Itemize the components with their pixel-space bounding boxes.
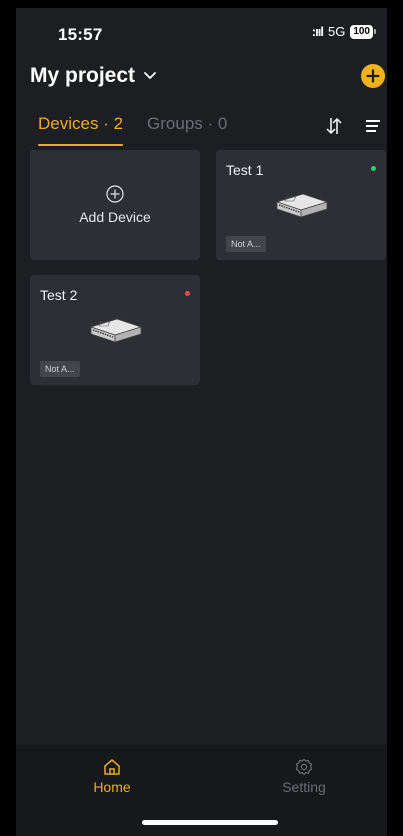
network-switch-icon [275,193,329,218]
status-badge: Not A... [226,236,266,252]
status-dot [371,166,376,171]
plus-circle-icon [106,185,124,203]
project-selector[interactable]: My project [30,64,157,88]
list-tools [325,116,381,136]
project-title: My project [30,64,136,87]
add-device-card[interactable]: Add Device [30,150,200,260]
nav-setting-label: Setting [282,779,326,795]
network-switch-icon [89,318,143,343]
tab-devices[interactable]: Devices · 2 [38,114,124,146]
network-type: 5G [327,24,346,39]
nav-home[interactable]: Home [72,757,152,795]
add-button[interactable] [361,64,385,88]
device-name: Test 1 [226,162,264,178]
chevron-down-icon [144,72,156,79]
status-badge: Not A... [40,361,80,377]
status-bar-right: :ııl 5G 100 [311,24,376,39]
nav-home-label: Home [93,779,131,795]
sort-arrows-icon[interactable] [325,116,343,136]
tab-groups[interactable]: Groups · 0 [147,114,227,146]
nav-setting[interactable]: Setting [264,757,344,795]
add-device-label: Add Device [79,209,151,225]
home-indicator [142,820,278,825]
app-screen: 15:57 :ııl 5G 100 My project Devices · 2… [16,8,387,836]
status-time: 15:57 [58,25,103,44]
device-name: Test 2 [40,287,78,303]
battery-icon: 100 [350,24,376,39]
device-card-test-2[interactable]: Test 2 Not A... [30,275,200,385]
signal-icon: :ııl [311,24,324,39]
plus-circle-icon [366,69,380,83]
gear-icon [295,758,313,776]
device-card-test-1[interactable]: Test 1 Not A... [216,150,386,260]
home-icon [104,759,120,775]
list-icon[interactable] [365,118,381,134]
status-dot [185,291,190,296]
tab-bar-top: Devices · 2 Groups · 0 [38,114,227,146]
